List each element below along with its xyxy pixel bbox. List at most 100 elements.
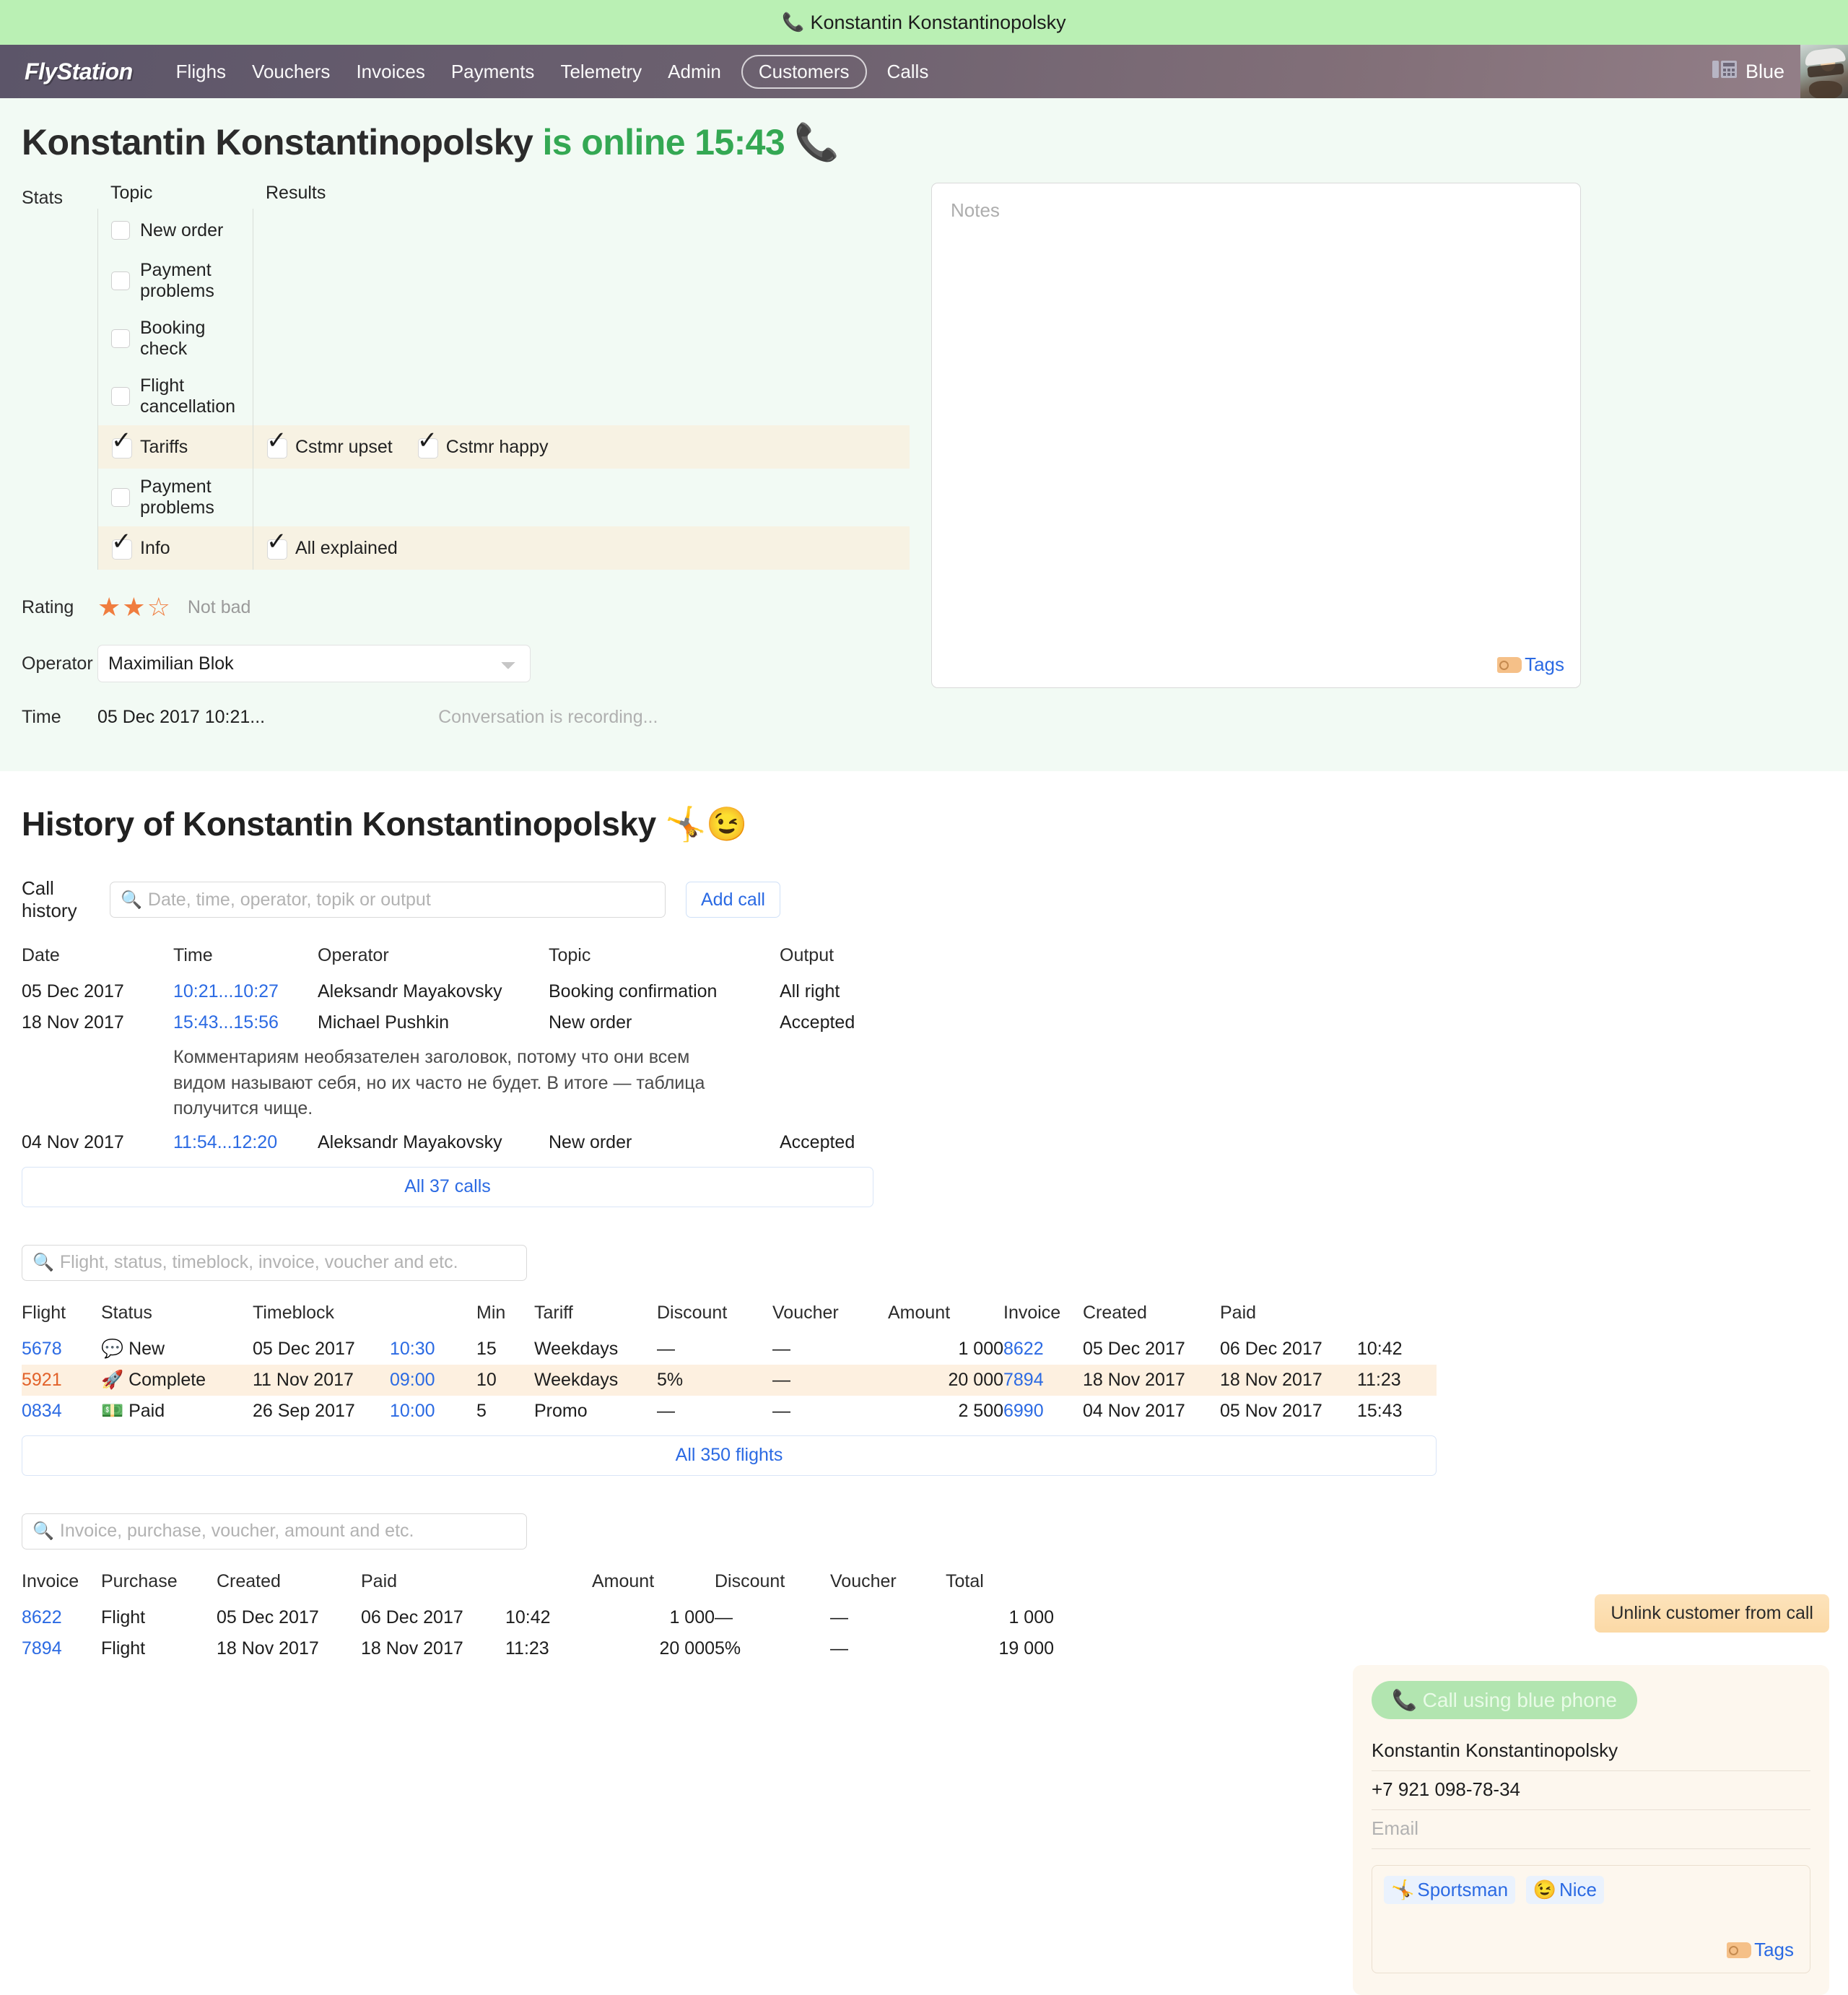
nav-item-payments[interactable]: Payments bbox=[451, 61, 535, 83]
app-logo[interactable]: FlyStation bbox=[25, 58, 133, 85]
checkbox-icon[interactable] bbox=[266, 539, 285, 557]
table-row[interactable]: 04 Nov 201711:54...12:20Aleksandr Mayako… bbox=[22, 1127, 895, 1158]
column-header: Invoice bbox=[1003, 1303, 1083, 1334]
table-cell[interactable]: 10:00 bbox=[390, 1396, 476, 1427]
table-cell[interactable]: 8622 bbox=[22, 1602, 101, 1633]
table-cell[interactable]: 09:00 bbox=[390, 1365, 476, 1396]
table-cell[interactable]: 7894 bbox=[1003, 1365, 1083, 1396]
table-row[interactable]: 05 Dec 201710:21...10:27Aleksandr Mayako… bbox=[22, 976, 895, 1007]
table-row[interactable]: 5921🚀 Complete11 Nov 201709:0010Weekdays… bbox=[22, 1365, 1437, 1396]
table-cell[interactable]: 10:21...10:27 bbox=[173, 976, 318, 1007]
results-cell: All explained bbox=[253, 526, 489, 570]
result-checkbox-cstmr-happy[interactable]: Cstmr happy bbox=[417, 437, 549, 458]
topic-checkbox-tariffs[interactable]: Tariffs bbox=[97, 425, 253, 469]
pbx-line-selector[interactable]: Blue bbox=[1712, 58, 1784, 85]
table-cell[interactable]: 8622 bbox=[1003, 1334, 1083, 1365]
tag-chip-sportsman[interactable]: 🤸 Sportsman bbox=[1384, 1876, 1515, 1904]
rating-label: Rating bbox=[22, 597, 97, 618]
invoices-search-input[interactable] bbox=[58, 1520, 516, 1542]
customer-phone-field[interactable]: +7 921 098-78-34 bbox=[1372, 1771, 1810, 1810]
result-checkbox-all-explained[interactable]: All explained bbox=[266, 538, 398, 559]
checkbox-icon[interactable] bbox=[111, 221, 130, 240]
tag-chip-nice[interactable]: 😉 Nice bbox=[1526, 1876, 1604, 1904]
unlink-customer-button[interactable]: Unlink customer from call bbox=[1595, 1594, 1829, 1633]
table-cell[interactable]: 5921 bbox=[22, 1365, 101, 1396]
time-row: Time 05 Dec 2017 10:21... Conversation i… bbox=[22, 707, 910, 728]
operator-select[interactable]: Maximilian BlokAleksandr MayakovskyMicha… bbox=[97, 645, 531, 682]
table-cell[interactable]: 11:54...12:20 bbox=[173, 1127, 318, 1158]
checkbox-icon[interactable] bbox=[111, 387, 130, 406]
rating-stars[interactable]: ★★☆ bbox=[97, 594, 172, 620]
table-cell: 11 Nov 2017 bbox=[253, 1365, 390, 1396]
all-calls-button[interactable]: All 37 calls bbox=[22, 1167, 873, 1207]
topic-checkbox-flight-cancellation[interactable]: Flight cancellation bbox=[97, 368, 253, 425]
table-cell bbox=[22, 1038, 173, 1127]
checkbox-icon[interactable] bbox=[111, 329, 130, 348]
checkbox-icon[interactable] bbox=[266, 438, 285, 456]
history-section: History of Konstantin Konstantinopolsky … bbox=[0, 771, 1848, 1207]
flights-search[interactable]: 🔍 bbox=[22, 1245, 527, 1281]
customer-tags-link[interactable]: Tags bbox=[1727, 1939, 1794, 1961]
checkbox-icon[interactable] bbox=[111, 539, 130, 557]
call-using-blue-phone-button[interactable]: 📞 Call using blue phone bbox=[1372, 1681, 1637, 1719]
topic-checkbox-info[interactable]: Info bbox=[97, 526, 253, 570]
nav-item-admin[interactable]: Admin bbox=[668, 61, 721, 83]
table-cell[interactable]: 10:30 bbox=[390, 1334, 476, 1365]
nav-item-invoices[interactable]: Invoices bbox=[356, 61, 424, 83]
table-cell: 1 000 bbox=[592, 1602, 715, 1633]
star-icon[interactable]: ☆ bbox=[147, 592, 172, 622]
table-cell: 💬 New bbox=[101, 1334, 253, 1365]
call-history-body: 05 Dec 201710:21...10:27Aleksandr Mayako… bbox=[22, 976, 895, 1158]
table-cell[interactable]: 5678 bbox=[22, 1334, 101, 1365]
call-history-search[interactable]: 🔍 bbox=[110, 882, 666, 918]
active-call-banner: 📞 Konstantin Konstantinopolsky bbox=[0, 0, 1848, 45]
stats-row: New order bbox=[97, 209, 910, 252]
checkbox-icon[interactable] bbox=[111, 271, 130, 290]
star-icon[interactable]: ★ bbox=[97, 592, 122, 622]
star-icon[interactable]: ★ bbox=[122, 592, 147, 622]
table-row[interactable]: 8622Flight05 Dec 201706 Dec 201710:421 0… bbox=[22, 1602, 1054, 1633]
avatar[interactable] bbox=[1800, 45, 1848, 98]
topic-checkbox-payment-problems[interactable]: Payment problems bbox=[97, 252, 253, 310]
table-cell[interactable]: 6990 bbox=[1003, 1396, 1083, 1427]
topic-checkbox-booking-check[interactable]: Booking check bbox=[97, 310, 253, 368]
results-cell bbox=[253, 469, 489, 526]
add-call-button[interactable]: Add call bbox=[686, 882, 780, 918]
table-cell: 15 bbox=[476, 1334, 534, 1365]
table-cell: Aleksandr Mayakovsky bbox=[318, 976, 549, 1007]
table-cell[interactable]: 0834 bbox=[22, 1396, 101, 1427]
table-cell: Accepted bbox=[780, 1127, 895, 1158]
nav-item-calls[interactable]: Calls bbox=[887, 61, 929, 83]
checkbox-icon[interactable] bbox=[111, 438, 130, 456]
result-checkbox-cstmr-upset[interactable]: Cstmr upset bbox=[266, 437, 393, 458]
nav-item-flighs[interactable]: Flighs bbox=[176, 61, 226, 83]
all-flights-button[interactable]: All 350 flights bbox=[22, 1435, 1437, 1476]
stats-row: Payment problems bbox=[97, 252, 910, 310]
table-row[interactable]: 18 Nov 201715:43...15:56Michael PushkinN… bbox=[22, 1007, 895, 1038]
table-cell[interactable]: 15:43...15:56 bbox=[173, 1007, 318, 1038]
column-header: Topic bbox=[549, 945, 780, 976]
topic-checkbox-new-order[interactable]: New order bbox=[97, 209, 253, 252]
customer-email-field[interactable]: Email bbox=[1372, 1810, 1810, 1849]
stats-row: Tariffs Cstmr upset Cstmr happy bbox=[97, 425, 910, 469]
flights-search-input[interactable] bbox=[58, 1251, 516, 1274]
table-cell: 🚀 Complete bbox=[101, 1365, 253, 1396]
call-history-search-input[interactable] bbox=[147, 889, 655, 911]
topic-checkbox-payment-problems[interactable]: Payment problems bbox=[97, 469, 253, 526]
nav-item-vouchers[interactable]: Vouchers bbox=[252, 61, 330, 83]
table-row[interactable]: 0834💵 Paid26 Sep 201710:005Promo——2 5006… bbox=[22, 1396, 1437, 1427]
customer-name-field[interactable]: Konstantin Konstantinopolsky bbox=[1372, 1732, 1810, 1771]
tag-chip-sportsman-label: Sportsman bbox=[1417, 1879, 1508, 1901]
table-row[interactable]: 5678💬 New05 Dec 201710:3015Weekdays——1 0… bbox=[22, 1334, 1437, 1365]
invoices-search[interactable]: 🔍 bbox=[22, 1513, 527, 1550]
nav-item-telemetry[interactable]: Telemetry bbox=[560, 61, 642, 83]
checkbox-icon[interactable] bbox=[417, 438, 436, 456]
notes-tags-link[interactable]: Tags bbox=[1497, 653, 1564, 676]
checkbox-icon[interactable] bbox=[111, 488, 130, 507]
table-cell[interactable]: 7894 bbox=[22, 1633, 101, 1664]
status-emoji: 💵 bbox=[101, 1401, 123, 1421]
nav-item-customers[interactable]: Customers bbox=[741, 55, 867, 89]
notes-box[interactable]: Notes Tags bbox=[931, 183, 1581, 688]
results-cell bbox=[253, 310, 489, 368]
table-row[interactable]: 7894Flight18 Nov 201718 Nov 201711:2320 … bbox=[22, 1633, 1054, 1664]
